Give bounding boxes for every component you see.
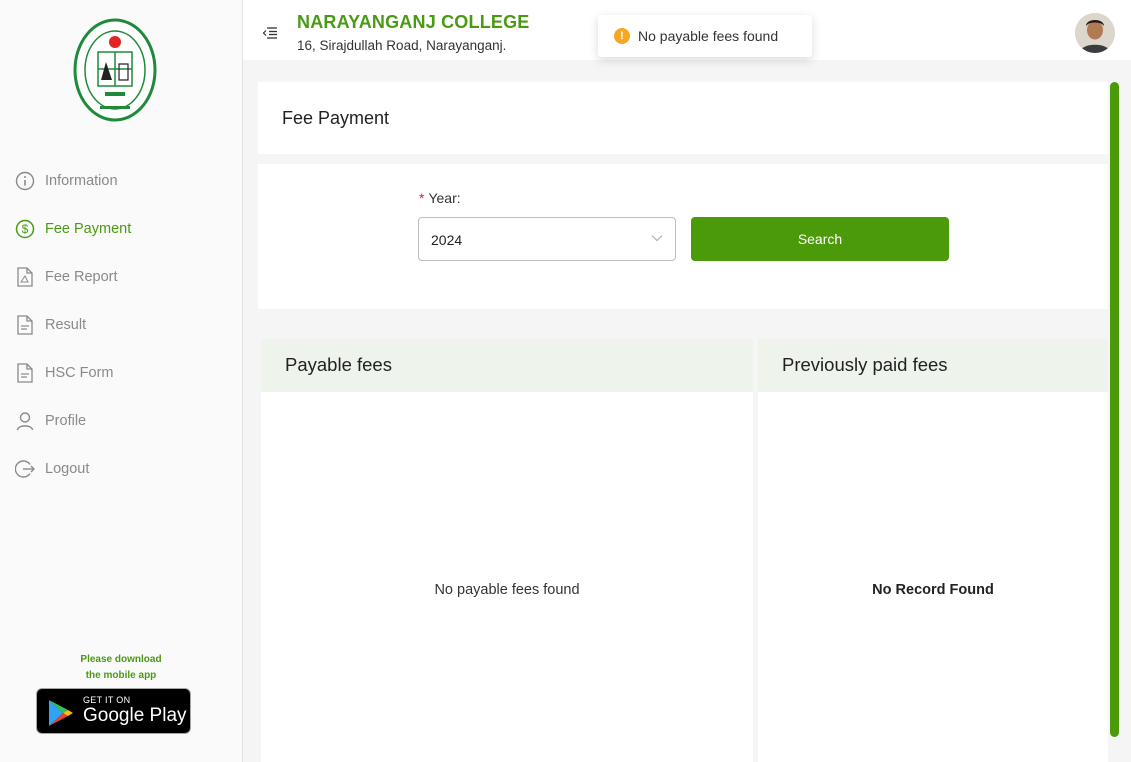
payable-fees-panel: Payable fees No payable fees found (261, 339, 753, 762)
sidebar: Information $ Fee Payment Fee Report Res… (0, 0, 243, 762)
search-button[interactable]: Search (691, 217, 949, 261)
chevron-down-icon (651, 235, 663, 242)
paid-fees-title: Previously paid fees (758, 339, 1108, 392)
sidebar-item-fee-report[interactable]: Fee Report (0, 253, 242, 301)
page-title: Fee Payment (282, 108, 390, 128)
sidebar-item-label: Result (45, 317, 87, 333)
dollar-icon: $ (14, 218, 36, 240)
sidebar-item-label: Fee Payment (45, 221, 132, 237)
page-title-card: Fee Payment (258, 82, 1108, 154)
sidebar-item-logout[interactable]: Logout (0, 445, 242, 493)
sidebar-item-label: Logout (45, 461, 90, 477)
main-scrollbar[interactable] (1110, 82, 1120, 762)
year-label-text: Year: (428, 190, 461, 206)
sidebar-item-label: Information (45, 173, 118, 189)
sidebar-item-result[interactable]: Result (0, 301, 242, 349)
logout-icon (14, 458, 36, 480)
search-card: * Year: 2024 Search (258, 164, 1108, 309)
sidebar-item-information[interactable]: Information (0, 157, 242, 205)
sidebar-nav: Information $ Fee Payment Fee Report Res… (0, 157, 242, 493)
sidebar-item-label: Profile (45, 413, 87, 429)
college-address: 16, Sirajdullah Road, Narayanganj. (297, 38, 507, 53)
year-select-value: 2024 (431, 232, 463, 248)
svg-text:$: $ (22, 222, 29, 236)
google-play-badge[interactable]: GET IT ON Google Play (36, 688, 191, 734)
google-play-icon (49, 700, 73, 726)
user-icon (14, 410, 36, 432)
paid-fees-panel: Previously paid fees No Record Found (758, 339, 1108, 762)
pdf-file-icon (14, 266, 36, 288)
menu-toggle-icon[interactable] (262, 26, 277, 39)
college-name: NARAYANGANJ COLLEGE (297, 12, 530, 32)
required-mark: * (419, 190, 425, 206)
gplay-main-text: Google Play (83, 705, 187, 726)
info-icon (14, 170, 36, 192)
document-icon (14, 314, 36, 336)
year-label: * Year: (419, 190, 461, 206)
payable-fees-empty-message: No payable fees found (434, 582, 580, 598)
sidebar-item-label: Fee Report (45, 269, 118, 285)
mobile-app-prompt: Please download the mobile app (0, 652, 242, 684)
payable-fees-title: Payable fees (261, 339, 753, 392)
sidebar-item-label: HSC Form (45, 365, 114, 381)
sidebar-item-hsc-form[interactable]: HSC Form (0, 349, 242, 397)
paid-fees-empty-message: No Record Found (872, 582, 994, 598)
download-line-2: the mobile app (85, 670, 157, 681)
sidebar-item-fee-payment[interactable]: $ Fee Payment (0, 205, 242, 253)
toast-notification: ! No payable fees found (598, 15, 812, 57)
sidebar-item-profile[interactable]: Profile (0, 397, 242, 445)
download-line-1: Please download (80, 654, 162, 665)
toast-message: No payable fees found (638, 28, 779, 44)
gplay-top-text: GET IT ON (83, 695, 131, 705)
warning-icon: ! (614, 28, 630, 44)
avatar[interactable] (1075, 13, 1115, 53)
scrollbar-thumb[interactable] (1110, 82, 1119, 737)
document-icon (14, 362, 36, 384)
year-select[interactable]: 2024 (418, 217, 676, 261)
college-logo (72, 18, 158, 126)
